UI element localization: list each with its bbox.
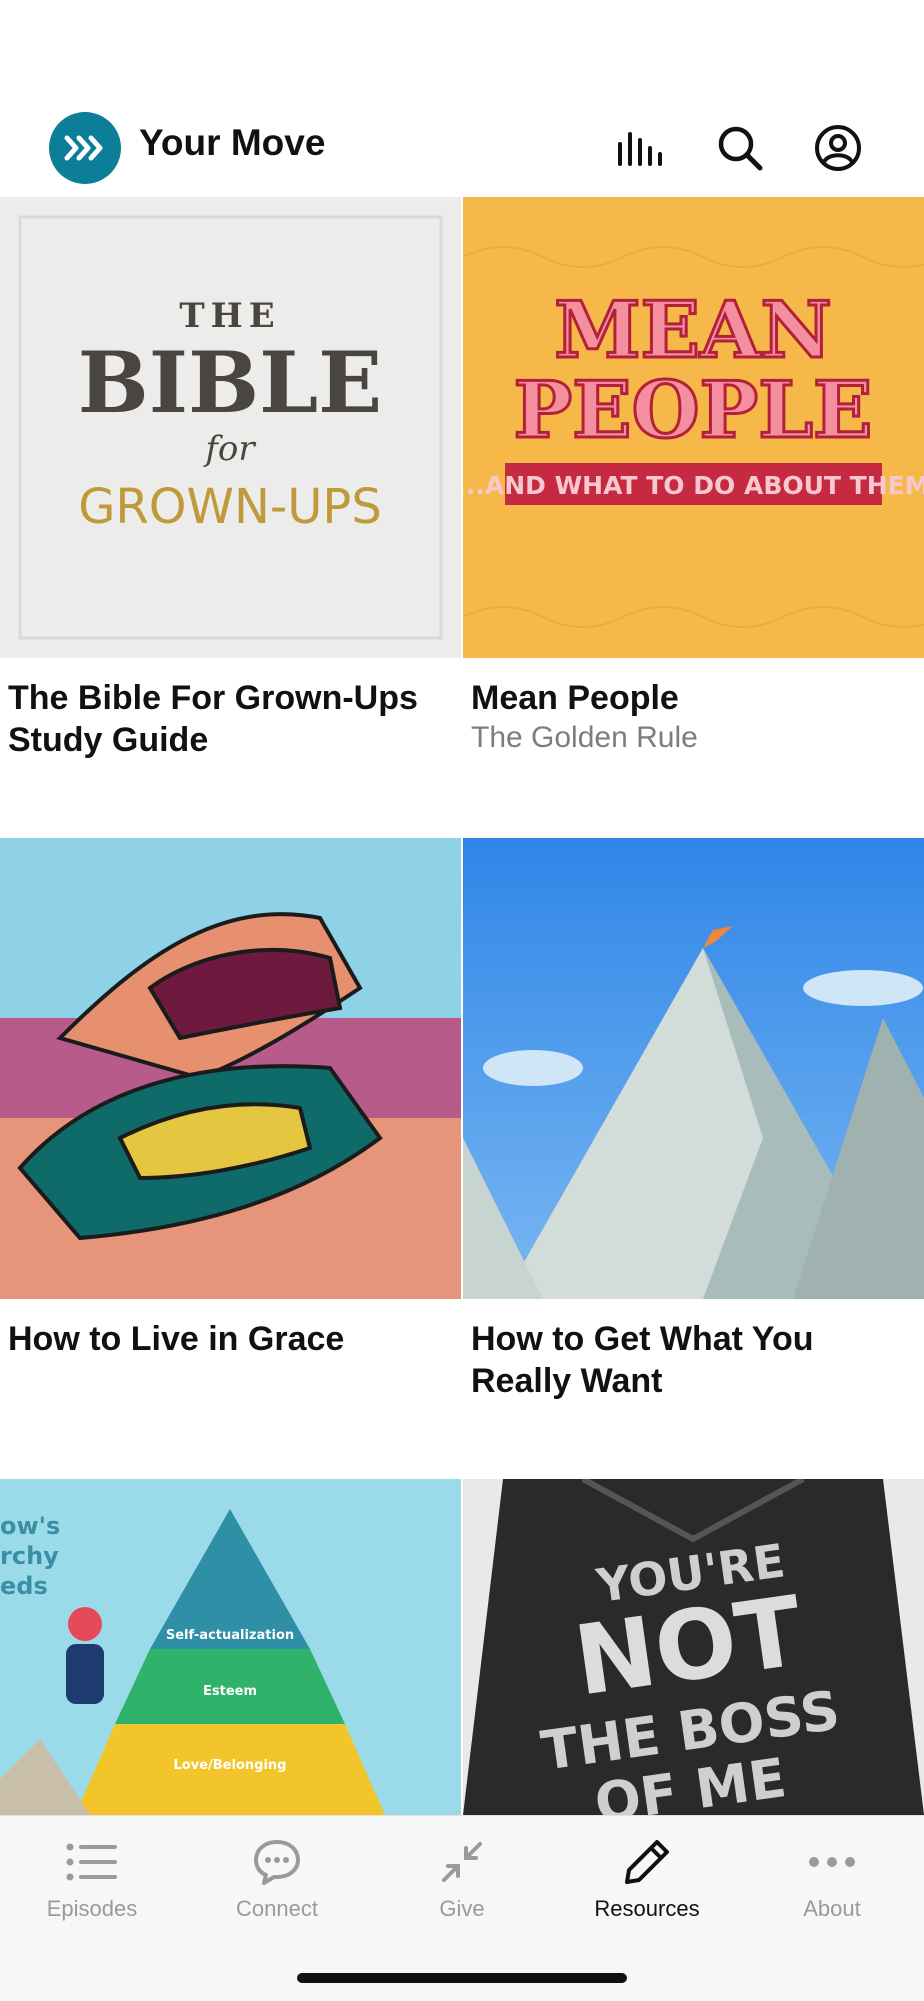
card-title: The Bible For Grown-Ups Study Guide [8, 679, 418, 759]
tab-label: About [803, 1896, 861, 1921]
card-title: How to Live in Grace [8, 1320, 345, 1358]
artwork-text: PEOPLE [514, 365, 873, 456]
app-logo[interactable] [49, 112, 121, 184]
tab-give[interactable]: Give [370, 1816, 554, 1936]
artwork-text: rchy [0, 1542, 59, 1570]
artwork-text: ...AND WHAT TO DO ABOUT THEM [463, 471, 924, 500]
chevrons-right-icon [64, 135, 103, 161]
hierarchy-artwork: ow's rchy eds Self-actualization Esteem … [0, 1479, 461, 1815]
card-subtitle: The Golden Rule [471, 721, 698, 754]
tab-label: Episodes [46, 1896, 138, 1921]
mountain-artwork [463, 838, 924, 1299]
artwork-text: Self-actualization [166, 1628, 294, 1643]
list-icon [0, 1836, 184, 1888]
tab-resources[interactable]: Resources [555, 1816, 739, 1936]
grace-hands-artwork [0, 838, 461, 1299]
artwork-text: ow's [0, 1512, 60, 1540]
artwork-text: MEAN [554, 285, 832, 376]
mean-people-artwork: MEAN PEOPLE ...AND WHAT TO DO ABOUT THEM [463, 197, 924, 658]
home-indicator [297, 1973, 627, 1983]
artwork-text: GROWN-UPS [78, 479, 382, 535]
artwork-text: Love/Belonging [174, 1758, 287, 1773]
bible-grown-ups-artwork: THE BIBLE for GROWN-UPS [0, 197, 461, 658]
collapse-arrows-icon [370, 1836, 554, 1888]
card-title: Mean People [471, 679, 679, 717]
artwork-text: BIBLE [78, 333, 382, 432]
search-icon[interactable] [712, 120, 768, 176]
artwork-text: for [202, 429, 256, 469]
leather-jacket-artwork: YOU'RE NOT THE BOSS OF ME [463, 1479, 924, 1815]
account-icon[interactable] [810, 120, 866, 176]
artwork-text: eds [0, 1572, 48, 1600]
pencil-icon [555, 1836, 739, 1888]
artwork-text: Esteem [203, 1684, 257, 1699]
more-dots-icon [740, 1836, 924, 1888]
tab-label: Give [439, 1896, 485, 1921]
tab-label: Resources [594, 1896, 700, 1921]
tab-connect[interactable]: Connect [185, 1816, 369, 1936]
app-header: Your Move [0, 100, 924, 196]
audio-bars-icon[interactable] [614, 120, 670, 176]
chat-bubble-icon [185, 1836, 369, 1888]
artwork-text: THE [179, 296, 280, 336]
tab-about[interactable]: About [740, 1816, 924, 1936]
card-title: How to Get What You Really Want [471, 1320, 814, 1400]
app-title: Your Move [139, 122, 326, 163]
tab-episodes[interactable]: Episodes [0, 1816, 184, 1936]
tab-label: Connect [236, 1896, 318, 1921]
